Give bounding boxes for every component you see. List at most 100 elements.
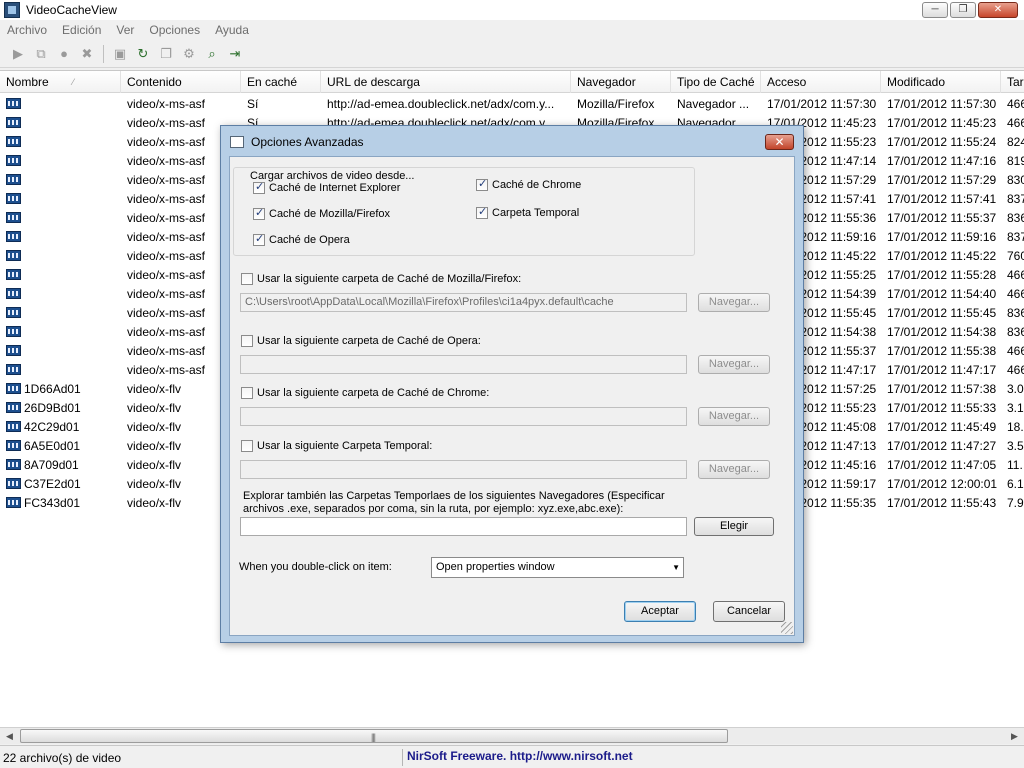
title-bar: VideoCacheView ─ ❐ ✕ — [0, 0, 1024, 20]
find-icon[interactable]: ⌕ — [202, 44, 222, 64]
scroll-left-icon[interactable]: ◀ — [1, 728, 18, 744]
source-ie-checkbox[interactable]: Caché de Internet Explorer — [253, 180, 400, 194]
menu-ver[interactable]: Ver — [109, 23, 142, 37]
advanced-options-dialog: Opciones Avanzadas ✕ Cargar archivos de … — [220, 125, 804, 643]
column-modificado[interactable]: Modificado — [881, 71, 1001, 93]
video-file-icon — [6, 287, 21, 299]
opera-path-field[interactable] — [240, 355, 687, 374]
video-file-icon — [6, 97, 21, 109]
video-file-icon — [6, 439, 21, 451]
record-icon[interactable]: ● — [54, 44, 74, 64]
menu-edicion[interactable]: Edición — [55, 23, 109, 37]
cell-tamano: 466 — [1007, 286, 1024, 301]
cell-tamano: 11. — [1007, 457, 1023, 472]
checkbox-box[interactable] — [253, 180, 265, 194]
checkbox-box[interactable] — [476, 177, 488, 191]
column-url[interactable]: URL de descarga — [321, 71, 571, 93]
checkbox-box[interactable] — [241, 273, 253, 285]
file-name: 8A709d01 — [24, 457, 79, 472]
table-row[interactable]: video/x-ms-asf Sí http://ad-emea.doublecli… — [0, 94, 1024, 113]
file-name: 1D66Ad01 — [24, 381, 81, 396]
column-en-cache[interactable]: En caché — [241, 71, 321, 93]
play-icon[interactable]: ▶ — [8, 44, 28, 64]
cell-tipo-cache: Navegador ... — [677, 96, 750, 111]
dblclick-dropdown[interactable]: Open properties window ▼ — [431, 557, 684, 578]
minimize-button[interactable]: ─ — [922, 2, 948, 18]
delete-icon[interactable]: ✖ — [77, 44, 97, 64]
checkbox-box[interactable] — [253, 206, 265, 220]
refresh-icon[interactable]: ↻ — [133, 44, 153, 64]
cell-modificado: 17/01/2012 11:54:38 — [887, 324, 997, 339]
checkbox-box[interactable] — [241, 440, 253, 452]
nirsoft-link[interactable]: NirSoft Freeware. http://www.nirsoft.net — [407, 749, 633, 763]
custom-opera-checkbox[interactable]: Usar la siguiente carpeta de Caché de Op… — [241, 335, 481, 347]
cell-tamano: 837 — [1007, 191, 1024, 206]
custom-firefox-checkbox[interactable]: Usar la siguiente carpeta de Caché de Mo… — [241, 273, 521, 285]
menu-archivo[interactable]: Archivo — [0, 23, 55, 37]
copy-icon[interactable]: ❐ — [156, 44, 176, 64]
column-nombre[interactable]: Nombre ⁄ — [0, 71, 121, 93]
column-contenido[interactable]: Contenido — [121, 71, 241, 93]
file-name: 26D9Bd01 — [24, 400, 81, 415]
opera-browse-button[interactable]: Navegar... — [698, 355, 770, 374]
choose-button[interactable]: Elegir — [694, 517, 774, 536]
cancel-button[interactable]: Cancelar — [713, 601, 785, 622]
video-file-icon — [6, 325, 21, 337]
checkbox-box[interactable] — [253, 232, 265, 246]
chrome-path-field[interactable] — [240, 407, 687, 426]
column-navegador[interactable]: Navegador — [571, 71, 671, 93]
maximize-button[interactable]: ❐ — [950, 2, 976, 18]
dropdown-arrow-icon[interactable]: ▼ — [672, 558, 680, 577]
exit-icon[interactable]: ⇥ — [225, 44, 245, 64]
resize-grip-icon[interactable] — [781, 622, 793, 634]
firefox-browse-button[interactable]: Navegar... — [698, 293, 770, 312]
cell-tamano: 760 — [1007, 248, 1024, 263]
accept-button[interactable]: Aceptar — [624, 601, 696, 622]
cell-tamano: 466 — [1007, 267, 1024, 282]
cell-tamano: 836 — [1007, 210, 1024, 225]
source-firefox-checkbox[interactable]: Caché de Mozilla/Firefox — [253, 206, 391, 220]
checkbox-box[interactable] — [241, 335, 253, 347]
cell-modificado: 17/01/2012 11:55:37 — [887, 210, 997, 225]
video-file-icon — [6, 230, 21, 242]
video-file-icon — [6, 116, 21, 128]
menu-ayuda[interactable]: Ayuda — [208, 23, 257, 37]
video-file-icon — [6, 496, 21, 508]
cell-modificado: 17/01/2012 11:57:30 — [887, 96, 997, 111]
video-file-icon — [6, 382, 21, 394]
menu-opciones[interactable]: Opciones — [142, 23, 208, 37]
column-tipo-cache[interactable]: Tipo de Caché — [671, 71, 761, 93]
cell-modificado: 17/01/2012 11:45:23 — [887, 115, 997, 130]
chrome-browse-button[interactable]: Navegar... — [698, 407, 770, 426]
scroll-right-icon[interactable]: ▶ — [1006, 728, 1023, 744]
checkbox-label: Caché de Mozilla/Firefox — [269, 208, 391, 220]
close-button[interactable]: ✕ — [978, 2, 1018, 18]
dialog-close-button[interactable]: ✕ — [765, 134, 794, 150]
cell-modificado: 17/01/2012 11:55:43 — [887, 495, 997, 510]
properties-icon[interactable]: ⚙ — [179, 44, 199, 64]
checkbox-box[interactable] — [476, 205, 488, 219]
explore-exe-field[interactable] — [240, 517, 687, 536]
column-acceso[interactable]: Acceso — [761, 71, 881, 93]
cell-nombre — [0, 211, 121, 225]
temp-path-field[interactable] — [240, 460, 687, 479]
copy-files-icon[interactable]: ⧉ — [31, 44, 51, 64]
horizontal-scrollbar[interactable]: ◀ ||| ▶ — [0, 727, 1024, 744]
source-temp-checkbox[interactable]: Carpeta Temporal — [476, 205, 579, 219]
cell-tamano: 466 — [1007, 115, 1024, 130]
checkbox-box[interactable] — [241, 387, 253, 399]
firefox-path-field[interactable]: C:\Users\root\AppData\Local\Mozilla\Fire… — [240, 293, 687, 312]
toolbar-separator — [103, 44, 104, 63]
source-opera-checkbox[interactable]: Caché de Opera — [253, 232, 350, 246]
scroll-thumb[interactable]: ||| — [20, 729, 728, 743]
temp-browse-button[interactable]: Navegar... — [698, 460, 770, 479]
dropdown-value: Open properties window — [436, 561, 555, 573]
cell-nombre — [0, 116, 121, 130]
custom-chrome-checkbox[interactable]: Usar la siguiente carpeta de Caché de Ch… — [241, 387, 489, 399]
column-tamano[interactable]: Tar — [1001, 71, 1024, 93]
custom-temp-checkbox[interactable]: Usar la siguiente Carpeta Temporal: — [241, 440, 432, 452]
save-icon[interactable]: ▣ — [110, 44, 130, 64]
video-file-icon — [6, 154, 21, 166]
cell-modificado: 17/01/2012 11:45:49 — [887, 419, 997, 434]
source-chrome-checkbox[interactable]: Caché de Chrome — [476, 177, 581, 191]
